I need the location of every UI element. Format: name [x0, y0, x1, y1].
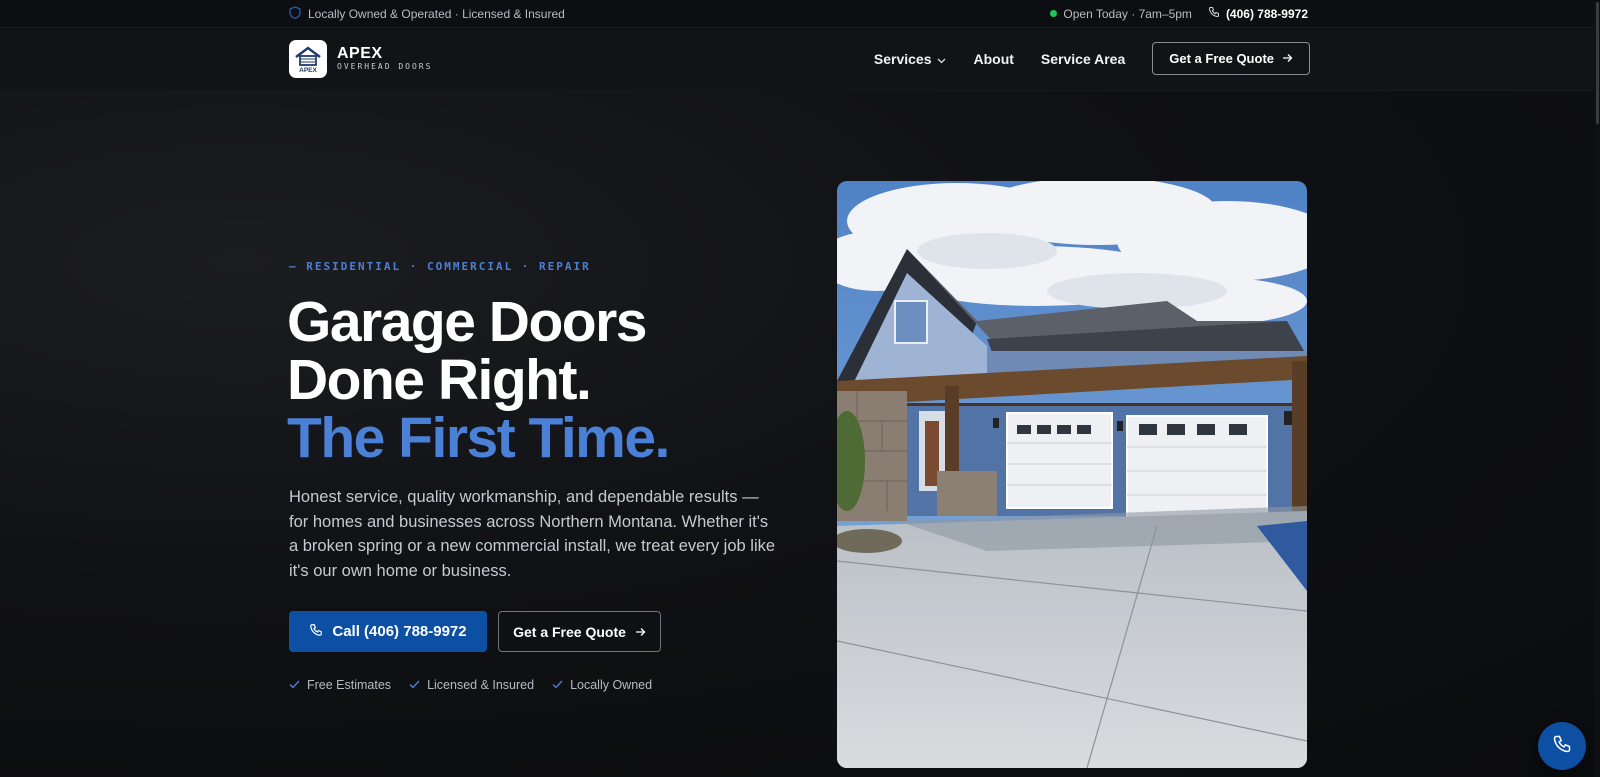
hours-text: Open Today · 7am–5pm — [1063, 6, 1192, 21]
main-nav: APEX APEX OVERHEAD DOORS Services About … — [0, 29, 1600, 91]
nav-item-about[interactable]: About — [973, 51, 1013, 67]
hero-eyebrow: — RESIDENTIAL · COMMERCIAL · REPAIR — [289, 260, 591, 273]
check-icon — [409, 678, 420, 692]
topbar-phone-text: (406) 788-9972 — [1225, 6, 1308, 21]
chevron-down-icon — [937, 51, 946, 67]
badge-item: Free Estimates — [289, 678, 391, 692]
headline-line-2: Done Right. — [287, 348, 592, 412]
trust-badges: Free Estimates Licensed & Insured Locall… — [289, 678, 652, 692]
check-icon — [289, 678, 300, 692]
badge-item: Licensed & Insured — [409, 678, 534, 692]
badge-item: Locally Owned — [552, 678, 652, 692]
nav-menu: Services About Service Area Get a Free Q… — [874, 42, 1310, 75]
badge-label: Locally Owned — [570, 678, 653, 692]
phone-icon — [309, 623, 323, 641]
topbar-phone-link[interactable]: (406) 788-9972 — [1208, 6, 1308, 21]
logo-mark: APEX — [289, 40, 327, 78]
phone-icon — [1552, 734, 1572, 759]
brand-subtitle: OVERHEAD DOORS — [337, 62, 433, 71]
scrollbar-thumb[interactable] — [1596, 2, 1599, 124]
brand-logo[interactable]: APEX APEX OVERHEAD DOORS — [289, 40, 432, 78]
floating-call-button[interactable] — [1538, 722, 1586, 770]
phone-icon — [1208, 6, 1220, 21]
arrow-right-icon — [635, 624, 646, 640]
badge-label: Free Estimates — [307, 678, 392, 692]
hero-quote-label: Get a Free Quote — [513, 623, 626, 640]
headline-line-1: Garage Doors — [287, 290, 647, 354]
hero-quote-button[interactable]: Get a Free Quote — [498, 611, 661, 652]
top-info-bar: Locally Owned & Operated · Licensed & In… — [0, 0, 1600, 28]
hero-headline: Garage Doors Done Right. The First Time. — [287, 290, 670, 470]
nav-quote-button[interactable]: Get a Free Quote — [1152, 42, 1310, 75]
call-button-label: Call (406) 788-9972 — [332, 623, 467, 640]
topbar-trust: Locally Owned & Operated · Licensed & In… — [289, 6, 565, 22]
headline-line-3: The First Time. — [287, 406, 670, 470]
hours-status: Open Today · 7am–5pm — [1050, 7, 1192, 21]
topbar-contact: Open Today · 7am–5pm (406) 788-9972 — [1050, 6, 1308, 21]
page-scrollbar[interactable] — [1594, 0, 1600, 777]
nav-item-services[interactable]: Services — [874, 51, 947, 67]
badge-label: Licensed & Insured — [427, 678, 535, 692]
nav-item-label: About — [973, 50, 1014, 67]
shield-icon — [289, 6, 301, 22]
hero-background — [0, 91, 1600, 777]
hero-description: Honest service, quality workmanship, and… — [289, 488, 776, 580]
nav-quote-label: Get a Free Quote — [1169, 51, 1274, 66]
arrow-right-icon — [1282, 51, 1293, 66]
nav-item-label: Service Area — [1040, 50, 1126, 67]
topbar-trust-text: Locally Owned & Operated · Licensed & In… — [308, 7, 565, 21]
nav-item-label: Services — [873, 50, 932, 67]
hero-cta-row: Call (406) 788-9972 Get a Free Quote — [289, 611, 661, 652]
call-button[interactable]: Call (406) 788-9972 — [289, 611, 487, 652]
logo-text: APEX OVERHEAD DOORS — [337, 46, 432, 72]
brand-name: APEX — [337, 45, 383, 62]
check-icon — [552, 678, 563, 692]
nav-item-service-area[interactable]: Service Area — [1041, 51, 1125, 67]
open-status-dot — [1050, 10, 1058, 17]
svg-text:APEX: APEX — [299, 67, 317, 74]
hero-house-image — [837, 181, 1307, 768]
